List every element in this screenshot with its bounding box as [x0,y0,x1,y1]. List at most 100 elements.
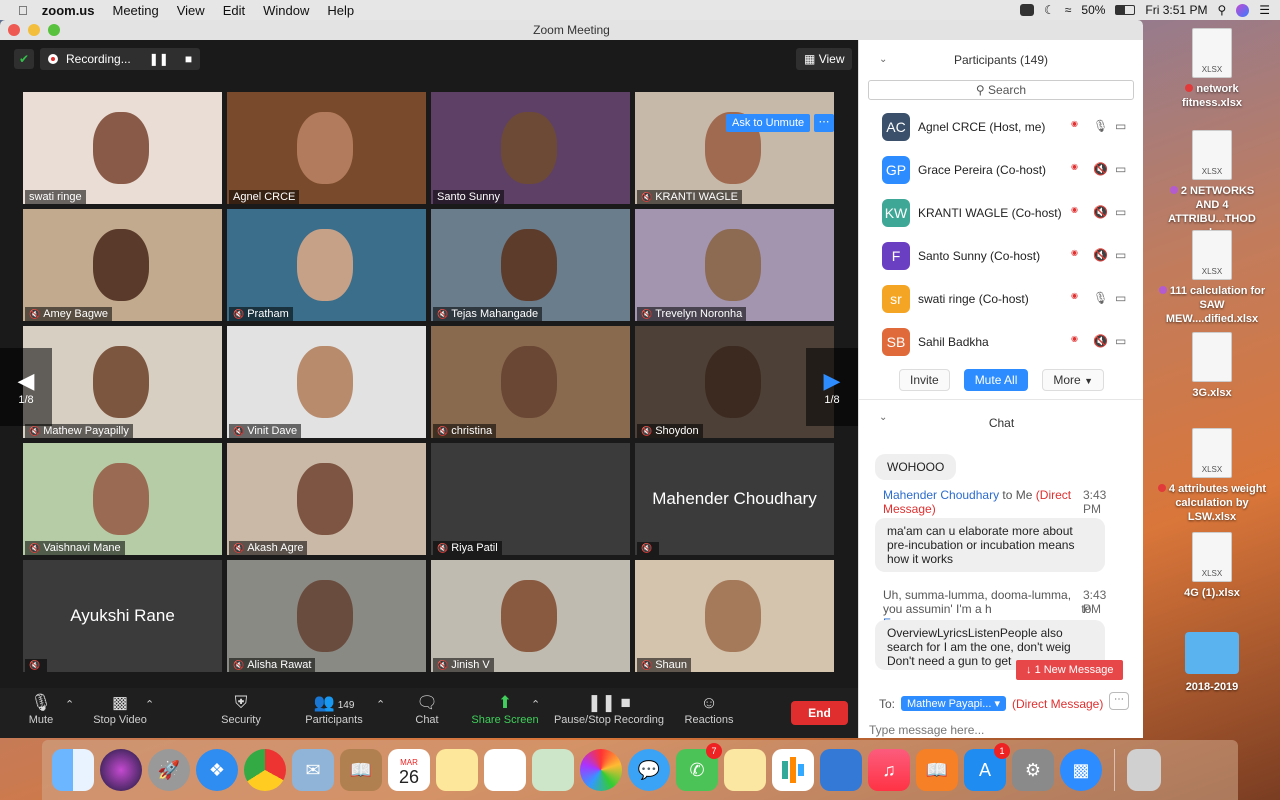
participant-tile[interactable]: Santo Sunny [431,92,630,204]
video-options-chevron-icon[interactable]: ⌃ [145,698,154,711]
menu-edit[interactable]: Edit [223,3,245,18]
facetime-icon[interactable]: ✆ 7 [676,743,722,791]
participant-row[interactable]: KW KRANTI WAGLE (Co-host) ◉ 🔇 ▭ [859,191,1143,234]
photos-icon[interactable] [580,749,622,791]
muted-mic-icon[interactable]: 🔇 [1093,162,1108,176]
minimize-window-button[interactable] [28,24,40,36]
zoom-window-button[interactable] [48,24,60,36]
ask-to-unmute-button[interactable]: Ask to Unmute [726,114,811,132]
apple-icon[interactable]:  [18,3,28,18]
view-button[interactable]: ▦ View [796,48,853,70]
participants-options-chevron-icon[interactable]: ⌃ [376,698,385,711]
desktop-file[interactable]: XLSX 111 calculation for SAW MEW....difie… [1157,230,1267,326]
siri-icon[interactable] [100,749,142,791]
participant-row[interactable]: F Santo Sunny (Co-host) ◉ 🔇 ▭ [859,234,1143,277]
desktop-file[interactable]: 3G.xlsx [1157,332,1267,400]
pause-recording-icon[interactable]: ❚❚ [149,52,169,66]
invite-button[interactable]: Invite [899,368,950,391]
new-message-button[interactable]: ↓ 1 New Message [1016,660,1124,680]
menu-window[interactable]: Window [263,3,309,18]
safari-icon[interactable]: ❖ [196,749,238,791]
contacts-icon[interactable]: 📖 [340,749,382,791]
calendar-icon[interactable]: MAR 26 [388,749,430,791]
desktop-file[interactable]: XLSX 4 attributes weight calculation by L… [1157,428,1267,524]
menu-meeting[interactable]: Meeting [112,3,158,18]
video-camera-icon[interactable]: ▭ [1115,205,1126,219]
muted-mic-icon[interactable]: 🔇 [1093,248,1108,262]
messages-icon[interactable]: 💬 [628,749,670,791]
maps-icon[interactable] [532,749,574,791]
participant-tile[interactable]: 🔇 Amey Bagwe [23,209,222,321]
desktop-folder[interactable]: 2018-2019 [1157,632,1267,694]
participant-tile[interactable]: 🔇 Shoydon [635,326,834,438]
participant-row[interactable]: sr swati ringe (Co-host) ◉ 🎙 ▭ [859,277,1143,320]
launchpad-icon[interactable]: 🚀 [148,749,190,791]
desktop-file[interactable]: XLSX network fitness.xlsx [1157,28,1267,110]
stop-recording-icon[interactable]: ■ [185,52,192,66]
notes-icon[interactable] [436,749,478,791]
participant-tile[interactable]: 🔇 Pratham [227,209,426,321]
participant-tile[interactable]: swati ringe [23,92,222,204]
zoom-status-icon[interactable] [1020,4,1035,16]
muted-mic-icon[interactable]: 🔇 [1093,334,1108,348]
participant-tile[interactable]: 🔇 Vinit Dave [227,326,426,438]
finder-icon[interactable] [52,749,94,791]
recipient-select[interactable]: Mathew Payapi... ▾ [901,696,1006,711]
participant-tile[interactable]: Mahender Choudhary 🔇 [635,443,834,555]
moon-icon[interactable]: ☾ [1044,3,1055,17]
notification-center-icon[interactable]: ☰ [1259,3,1270,17]
mute-all-button[interactable]: Mute All [963,368,1029,391]
chat-button[interactable]: 🗨 Chat [409,692,445,726]
preview-icon[interactable] [724,749,766,791]
participant-tile[interactable]: 🔇 Jinish V [431,560,630,672]
numbers-icon[interactable] [772,749,814,791]
video-camera-icon[interactable]: ▭ [1115,162,1126,176]
system-preferences-icon[interactable]: ⚙ [1012,749,1054,791]
music-icon[interactable]: ♫ [868,749,910,791]
next-page-button[interactable]: ▶ 1/8 [806,348,858,426]
participant-row[interactable]: GP Grace Pereira (Co-host) ◉ 🔇 ▭ [859,148,1143,191]
participant-tile[interactable]: 🔇 Shaun [635,560,834,672]
mail-icon[interactable]: ✉ [292,749,334,791]
chat-sender[interactable]: Mahender Choudhary [883,488,999,502]
zoom-app-icon[interactable]: ▩ [1060,749,1102,791]
mute-button[interactable]: 🎙 Mute [18,692,64,726]
muted-mic-icon[interactable]: 🔇 [1093,205,1108,219]
collapse-chat-chevron-icon[interactable]: ⌄ [879,412,887,423]
trash-icon[interactable] [1127,749,1161,791]
more-button[interactable]: More ▼ [1042,368,1104,391]
keynote-icon[interactable] [820,749,862,791]
participant-tile[interactable]: 🔇 KRANTI WAGLE [635,92,834,204]
menu-app-name[interactable]: zoom.us [42,3,95,18]
wifi-icon[interactable]: ≈ [1065,3,1072,17]
share-options-chevron-icon[interactable]: ⌃ [531,698,540,711]
participants-button[interactable]: 👥 149 Participants [300,692,368,726]
chat-more-options-icon[interactable]: ⋯ [1109,692,1129,710]
participant-tile[interactable]: Ayukshi Rane 🔇 [23,560,222,672]
audio-options-chevron-icon[interactable]: ⌃ [65,698,74,711]
menu-view[interactable]: View [177,3,205,18]
collapse-participants-chevron-icon[interactable]: ⌄ [879,40,887,80]
participant-row[interactable]: AC Agnel CRCE (Host, me) ◉ 🎙 ▭ [859,105,1143,148]
pause-stop-recording-button[interactable]: ❚❚ ■ Pause/Stop Recording [552,692,666,726]
menu-help[interactable]: Help [327,3,354,18]
participant-tile[interactable]: 🔇 Riya Patil [431,443,630,555]
reminders-icon[interactable] [484,749,526,791]
participant-tile[interactable]: 🔇 Tejas Mahangade [431,209,630,321]
participants-search-input[interactable]: ⚲ Search [868,80,1134,100]
participant-tile[interactable]: Agnel CRCE [227,92,426,204]
security-button[interactable]: ⛨ Security [216,692,266,726]
books-icon[interactable]: 📖 [916,749,958,791]
video-camera-icon[interactable]: ▭ [1115,119,1126,133]
end-meeting-button[interactable]: End [791,701,848,725]
participant-tile[interactable]: 🔇 Vaishnavi Mane [23,443,222,555]
desktop-file[interactable]: XLSX 4G (1).xlsx [1157,532,1267,600]
microphone-icon[interactable]: 🎙 [1093,119,1108,133]
stop-video-button[interactable]: ▩ Stop Video [88,692,152,726]
microphone-icon[interactable]: 🎙 [1093,291,1108,305]
video-camera-icon[interactable]: ▭ [1115,291,1126,305]
chat-message-input[interactable] [869,720,1129,738]
reactions-button[interactable]: ☺ Reactions [682,692,736,726]
app-store-icon[interactable]: A1 [964,743,1010,791]
more-options-icon[interactable]: ⋯ [814,114,834,132]
